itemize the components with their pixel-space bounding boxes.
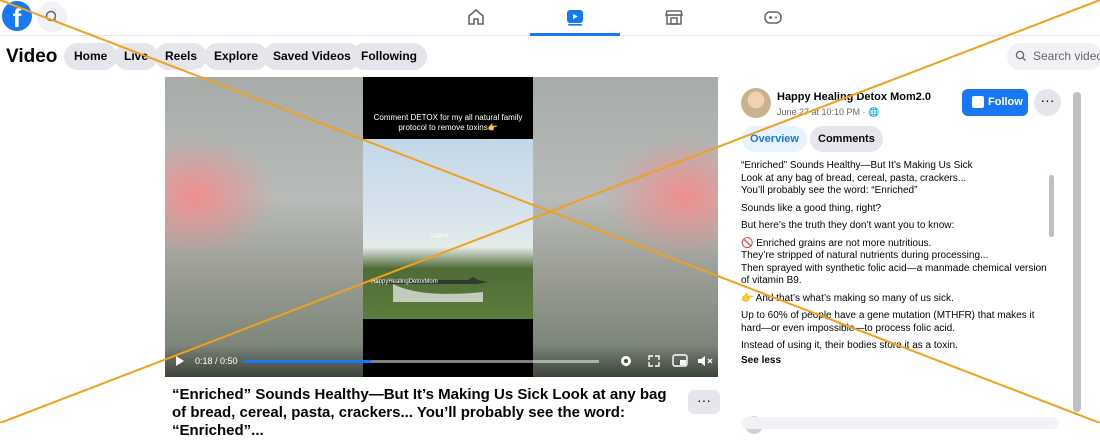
description-scrollbar[interactable]	[1049, 175, 1054, 237]
follow-icon	[972, 96, 984, 108]
video-watermark-2: HappyHealingDetoxMom	[371, 279, 438, 285]
page-title: Video	[6, 46, 58, 67]
video-player[interactable]: Comment DETOX for my all natural family …	[165, 77, 718, 377]
post-details-panel: Happy Healing Detox Mom2.0 June 27 at 10…	[735, 77, 1065, 434]
pill-following[interactable]: Following	[351, 43, 427, 70]
tab-overview[interactable]: Overview	[742, 126, 807, 152]
tab-comments[interactable]: Comments	[810, 126, 883, 152]
video-watermark: capcut	[431, 233, 449, 239]
play-icon[interactable]	[175, 355, 185, 367]
comment-input[interactable]	[741, 417, 1059, 429]
description-paragraph: “Enriched” Sounds Healthy—But It’s Makin…	[741, 160, 973, 196]
search-videos-input[interactable]: Search videos	[1007, 43, 1100, 70]
author-avatar[interactable]	[741, 88, 771, 118]
settings-gear-icon[interactable]	[619, 354, 633, 368]
pill-reels[interactable]: Reels	[155, 43, 208, 70]
gaming-icon[interactable]	[762, 6, 784, 28]
picture-in-picture-icon[interactable]	[672, 354, 688, 368]
volume-muted-icon[interactable]	[697, 354, 713, 368]
video-frame[interactable]: Comment DETOX for my all natural family …	[363, 77, 533, 377]
description-paragraph: 🚫 Enriched grains are not more nutritiou…	[741, 237, 1047, 287]
playback-time: 0:18 / 0:50	[195, 356, 238, 366]
top-navigation-bar: f	[0, 0, 1100, 36]
search-icon	[45, 10, 59, 24]
search-videos-placeholder: Search videos	[1033, 49, 1100, 63]
post-more-button[interactable]: ···	[688, 390, 720, 414]
progress-fill	[243, 360, 372, 363]
post-date[interactable]: June 27 at 10:10 PM · 🌐	[777, 107, 879, 118]
marketplace-icon[interactable]	[663, 6, 685, 28]
follow-button[interactable]: Follow	[962, 89, 1028, 116]
video-section-header: Video Home Live Reels Explore Saved Vide…	[0, 36, 1100, 76]
post-title: “Enriched” Sounds Healthy—But It’s Makin…	[172, 386, 667, 439]
video-image: capcut HappyHealingDetoxMom	[363, 139, 533, 319]
fullscreen-icon[interactable]	[647, 354, 661, 368]
description-paragraph: Instead of using it, their bodies store …	[741, 340, 958, 351]
description-paragraph: Sounds like a good thing, right?	[741, 202, 882, 214]
see-less-link[interactable]: See less	[741, 355, 1051, 368]
post-description: “Enriched” Sounds Healthy—But It’s Makin…	[741, 160, 1051, 400]
pill-explore[interactable]: Explore	[204, 43, 269, 70]
follow-label: Follow	[988, 96, 1023, 108]
progress-bar[interactable]	[243, 360, 599, 363]
pill-live[interactable]: Live	[114, 43, 159, 70]
facebook-logo[interactable]: f	[2, 1, 32, 31]
description-paragraph: 👉 And that’s what’s making so many of us…	[741, 292, 954, 304]
page-scrollbar[interactable]	[1073, 92, 1081, 412]
description-paragraph: Up to 60% of people have a gene mutation…	[741, 310, 1035, 334]
author-name[interactable]: Happy Healing Detox Mom2.0	[777, 91, 931, 103]
author-more-button[interactable]: ···	[1034, 89, 1061, 116]
pill-saved-videos[interactable]: Saved Videos	[263, 43, 361, 70]
video-caption-text: Comment DETOX for my all natural family …	[373, 113, 523, 132]
home-icon[interactable]	[465, 6, 487, 28]
search-icon	[1015, 50, 1026, 61]
player-controls: 0:18 / 0:50	[165, 345, 718, 377]
description-paragraph: But here’s the truth they don’t want you…	[741, 220, 955, 231]
video-icon[interactable]	[564, 6, 586, 28]
pill-home[interactable]: Home	[64, 43, 118, 70]
search-button[interactable]	[37, 2, 67, 32]
